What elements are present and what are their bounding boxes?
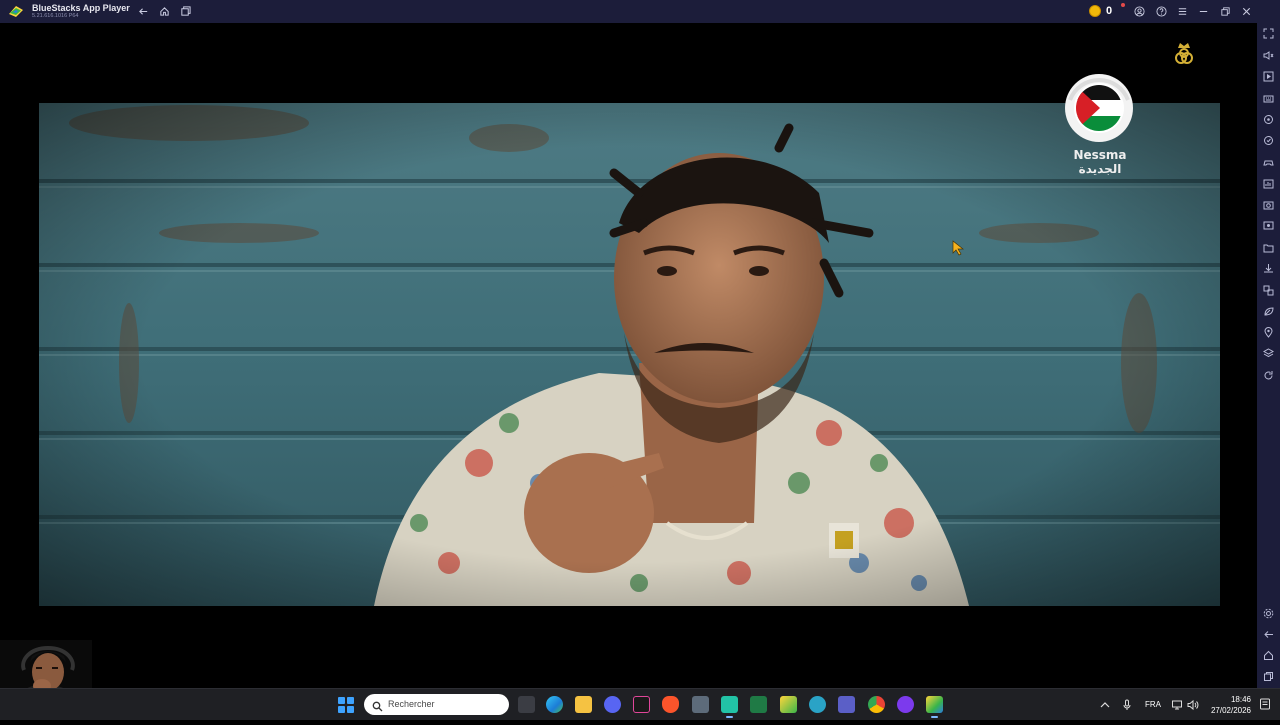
bluestacks-sidebar <box>1257 23 1280 688</box>
task-view-icon[interactable] <box>518 696 535 713</box>
channel-logo-text-latin: Nessma <box>1073 148 1127 162</box>
channel-logo-text-arabic: الجديدة <box>1078 162 1122 176</box>
excel-icon[interactable] <box>750 696 767 713</box>
screenshot-icon[interactable] <box>1263 199 1274 210</box>
opera-gx-icon[interactable] <box>809 696 826 713</box>
canva-icon[interactable] <box>897 696 914 713</box>
video-frame[interactable] <box>39 103 1220 606</box>
discord-icon[interactable] <box>604 696 621 713</box>
home-icon[interactable] <box>158 5 171 18</box>
performance-icon[interactable] <box>1263 178 1274 189</box>
coin-count: 0 <box>1106 5 1113 17</box>
coin-icon[interactable] <box>1089 5 1101 17</box>
language-indicator[interactable]: FRA <box>1145 700 1161 709</box>
windows-start-icon[interactable] <box>338 697 354 713</box>
minimize-icon[interactable] <box>1197 5 1210 18</box>
notification-bell-icon[interactable] <box>1259 697 1271 711</box>
gamepad-icon[interactable] <box>1263 157 1274 168</box>
fullscreen-icon[interactable] <box>1263 28 1274 39</box>
chevron-up-icon[interactable] <box>1099 699 1111 711</box>
recent-apps-icon[interactable] <box>1263 671 1274 682</box>
volume-icon[interactable] <box>1263 50 1274 61</box>
layers-icon[interactable] <box>1263 348 1274 359</box>
windows-taskbar: Rechercher FRA 18:46 27/02/2026 <box>0 688 1280 720</box>
mouse-cursor-icon <box>952 240 964 256</box>
eco-mode-icon[interactable] <box>1263 306 1274 317</box>
clock-time: 18:46 <box>1230 695 1251 704</box>
search-icon <box>372 699 383 712</box>
edge-icon[interactable] <box>546 696 563 713</box>
file-explorer-icon[interactable] <box>575 696 592 713</box>
bluestacks-multi-icon[interactable] <box>780 696 797 713</box>
search-placeholder: Rechercher <box>388 699 435 709</box>
microphone-icon[interactable] <box>1121 699 1133 711</box>
capcut-icon[interactable] <box>633 696 650 713</box>
back-icon[interactable] <box>137 5 150 18</box>
bluestacks-logo-icon <box>7 4 25 19</box>
title-bar: BlueStacks App Player 5.21.616.1016 P64 … <box>0 0 1280 23</box>
calculator-icon[interactable] <box>692 696 709 713</box>
crown-icon <box>1172 40 1196 68</box>
macro-icon[interactable] <box>1263 114 1274 125</box>
location-icon[interactable] <box>1263 327 1274 338</box>
media-folder-icon[interactable] <box>1263 242 1274 253</box>
greenshot-icon[interactable] <box>721 696 738 718</box>
settings-icon[interactable] <box>1263 608 1274 619</box>
install-apk-icon[interactable] <box>1263 263 1274 274</box>
volume-icon[interactable] <box>1187 699 1199 711</box>
app-version: 5.21.616.1016 P64 <box>32 13 79 19</box>
teams-icon[interactable] <box>838 696 855 713</box>
restore-icon[interactable] <box>1219 5 1232 18</box>
bluestacks-icon[interactable] <box>926 696 943 718</box>
back-icon[interactable] <box>1263 629 1274 640</box>
close-icon[interactable] <box>1240 5 1253 18</box>
help-icon[interactable] <box>1155 5 1168 18</box>
keyboard-controls-icon[interactable] <box>1263 93 1274 104</box>
notification-dot <box>1121 3 1125 7</box>
account-icon[interactable] <box>1133 5 1146 18</box>
multi-instance-icon[interactable] <box>179 5 192 18</box>
chrome-icon[interactable] <box>868 696 885 713</box>
sync-icon[interactable] <box>1263 135 1274 146</box>
taskbar-clock[interactable]: 18:46 27/02/2026 <box>1206 694 1251 716</box>
menu-icon[interactable] <box>1176 5 1189 18</box>
record-icon[interactable] <box>1263 220 1274 231</box>
multi-instance-manager-icon[interactable] <box>1263 285 1274 296</box>
network-icon[interactable] <box>1171 699 1183 711</box>
brave-icon[interactable] <box>662 696 679 713</box>
rotate-icon[interactable] <box>1263 370 1274 381</box>
media-manager-icon[interactable] <box>1263 71 1274 82</box>
home-icon[interactable] <box>1263 650 1274 661</box>
clock-date: 27/02/2026 <box>1210 706 1251 715</box>
app-title: BlueStacks App Player <box>32 3 130 13</box>
emulator-screen[interactable]: Nessma الجديدة <box>0 23 1257 688</box>
channel-logo: Nessma الجديدة <box>1060 70 1138 180</box>
taskbar-search-box[interactable]: Rechercher <box>364 694 509 715</box>
